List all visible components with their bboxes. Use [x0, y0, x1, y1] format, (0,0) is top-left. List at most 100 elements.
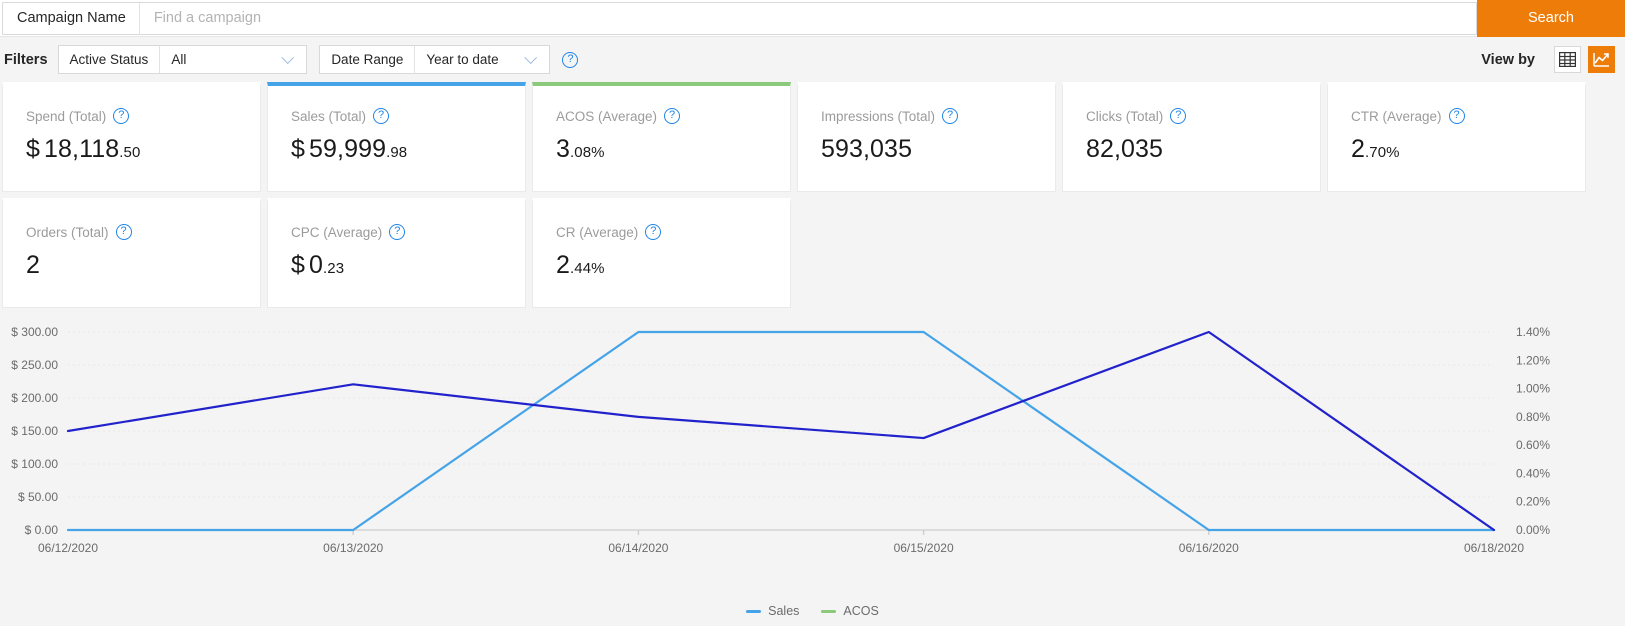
value-main: 18,118	[44, 135, 120, 163]
filter-date-range-value: Year to date	[426, 52, 499, 67]
filter-date-range-select[interactable]: Year to date	[415, 46, 549, 73]
metric-help-icon[interactable]: ?	[115, 224, 132, 240]
metric-card[interactable]: CTR (Average)? 2.70%	[1327, 82, 1586, 192]
metric-card[interactable]: CR (Average)? 2.44%	[532, 198, 791, 308]
metric-help-icon[interactable]: ?	[1170, 108, 1187, 124]
filter-active-status: Active Status All	[57, 45, 308, 74]
y-axis-right-tick-label: 0.40%	[1516, 466, 1550, 480]
search-button[interactable]: Search	[1477, 0, 1625, 37]
metric-card[interactable]: Spend (Total)? $18,118.50	[2, 82, 261, 192]
y-axis-right-tick-label: 1.40%	[1516, 325, 1550, 339]
filters-bar: Filters Active Status All Date Range Yea…	[0, 37, 1625, 82]
metric-card-value: 3.08%	[556, 135, 790, 164]
x-axis-tick-label: 06/12/2020	[38, 541, 98, 555]
metric-card-title-text: Sales (Total)	[291, 108, 367, 124]
metric-card-value: $0.23	[291, 251, 525, 280]
y-axis-left-tick-label: $ 300.00	[11, 325, 58, 339]
chevron-down-icon	[281, 50, 295, 64]
value-decimal: .50	[119, 144, 141, 161]
legend-item[interactable]: ACOS	[821, 604, 879, 618]
metric-help-icon[interactable]: ?	[113, 108, 130, 124]
x-axis-tick-label: 06/14/2020	[608, 541, 668, 555]
y-axis-right-tick-label: 0.80%	[1516, 410, 1550, 424]
y-axis-left-tick-label: $ 50.00	[18, 490, 58, 504]
y-axis-left-tick-label: $ 200.00	[11, 391, 58, 405]
currency-symbol: $	[291, 251, 306, 279]
metric-card-title: Clicks (Total)?	[1086, 108, 1320, 124]
metric-card[interactable]: Sales (Total)? $59,999.98	[267, 82, 526, 192]
value-main: 2	[1351, 135, 1366, 163]
legend-swatch	[821, 609, 837, 613]
metric-card[interactable]: ACOS (Average)? 3.08%	[532, 82, 791, 192]
legend-swatch	[746, 609, 762, 613]
y-axis-left-tick-label: $ 0.00	[25, 523, 59, 537]
metric-help-icon[interactable]: ?	[942, 108, 959, 124]
value-decimal: .98	[386, 144, 408, 161]
metric-help-icon[interactable]: ?	[664, 108, 681, 124]
metric-card-title-text: Spend (Total)	[26, 108, 107, 124]
value-main: 59,999	[309, 135, 387, 163]
metric-card-title: Impressions (Total)?	[821, 108, 1055, 124]
table-grid-icon	[1559, 52, 1576, 67]
metric-help-icon[interactable]: ?	[373, 108, 390, 124]
filter-date-range-label: Date Range	[320, 46, 416, 73]
metric-card-title-text: Impressions (Total)	[821, 108, 936, 124]
view-by-table-button[interactable]	[1554, 46, 1581, 73]
campaign-name-label: Campaign Name	[3, 2, 140, 34]
metric-help-icon[interactable]: ?	[645, 224, 662, 240]
filter-active-status-select[interactable]: All	[160, 46, 306, 73]
y-axis-right-tick-label: 0.00%	[1516, 523, 1550, 537]
value-decimal: .23	[323, 260, 345, 277]
value-suffix: %	[1386, 144, 1400, 161]
x-axis-tick-label: 06/13/2020	[323, 541, 383, 555]
value-main: 3	[556, 135, 571, 163]
metric-card[interactable]: CPC (Average)? $0.23	[267, 198, 526, 308]
view-by-label: View by	[1481, 51, 1535, 68]
x-axis-tick-label: 06/15/2020	[894, 541, 954, 555]
filter-date-range: Date Range Year to date	[319, 45, 551, 74]
filter-active-status-value: All	[171, 52, 187, 67]
metric-card-title-text: Orders (Total)	[26, 224, 109, 240]
currency-symbol: $	[26, 135, 41, 163]
metric-card[interactable]: Orders (Total)? 2	[2, 198, 261, 308]
value-suffix: %	[591, 260, 605, 277]
y-axis-right-tick-label: 1.00%	[1516, 382, 1550, 396]
legend-item[interactable]: Sales	[746, 604, 799, 618]
metric-card-title: CPC (Average)?	[291, 224, 525, 240]
value-decimal: .70	[1365, 144, 1387, 161]
y-axis-right-tick-label: 0.60%	[1516, 438, 1550, 452]
metric-card[interactable]: Impressions (Total)? 593,035	[797, 82, 1056, 192]
y-axis-right-tick-label: 0.20%	[1516, 495, 1550, 509]
legend-label: ACOS	[843, 604, 879, 618]
value-decimal: .44	[570, 260, 592, 277]
performance-chart: $ 0.00 $ 50.00 $ 100.00 $ 150.00 $ 200.00 $ 2…	[0, 322, 1625, 622]
chart-legend: Sales ACOS	[0, 604, 1625, 618]
currency-symbol: $	[291, 135, 306, 163]
metric-card-value: 2	[26, 251, 260, 280]
campaign-search-field: Campaign Name	[2, 1, 1477, 35]
chevron-down-icon	[524, 50, 538, 64]
metric-cards: Spend (Total)? $18,118.50 Sales (Total)? $5…	[0, 82, 1625, 308]
view-by-chart-button[interactable]	[1588, 46, 1615, 73]
chart-background	[0, 322, 1625, 622]
metric-card-value: 593,035	[821, 135, 1055, 164]
y-axis-right-tick-label: 1.20%	[1516, 353, 1550, 367]
metric-card-value: $18,118.50	[26, 135, 260, 164]
value-main: 82,035	[1086, 135, 1164, 163]
chart-canvas[interactable]: $ 0.00 $ 50.00 $ 100.00 $ 150.00 $ 200.00 $ 2…	[0, 322, 1625, 622]
x-axis-tick-label: 06/18/2020	[1464, 541, 1524, 555]
search-input[interactable]	[139, 2, 1476, 34]
value-suffix: %	[591, 144, 605, 161]
metric-card-title: Sales (Total)?	[291, 108, 525, 124]
metric-help-icon[interactable]: ?	[1448, 108, 1465, 124]
metric-card-title-text: Clicks (Total)	[1086, 108, 1164, 124]
value-decimal: .08	[570, 144, 592, 161]
metric-help-icon[interactable]: ?	[389, 224, 406, 240]
metric-card-title: Orders (Total)?	[26, 224, 260, 240]
filters-help-icon[interactable]: ?	[562, 51, 579, 68]
y-axis-left-tick-label: $ 150.00	[11, 424, 58, 438]
filters-label: Filters	[4, 51, 48, 68]
legend-label: Sales	[768, 604, 800, 618]
metric-card-value: 82,035	[1086, 135, 1320, 164]
metric-card[interactable]: Clicks (Total)? 82,035	[1062, 82, 1321, 192]
